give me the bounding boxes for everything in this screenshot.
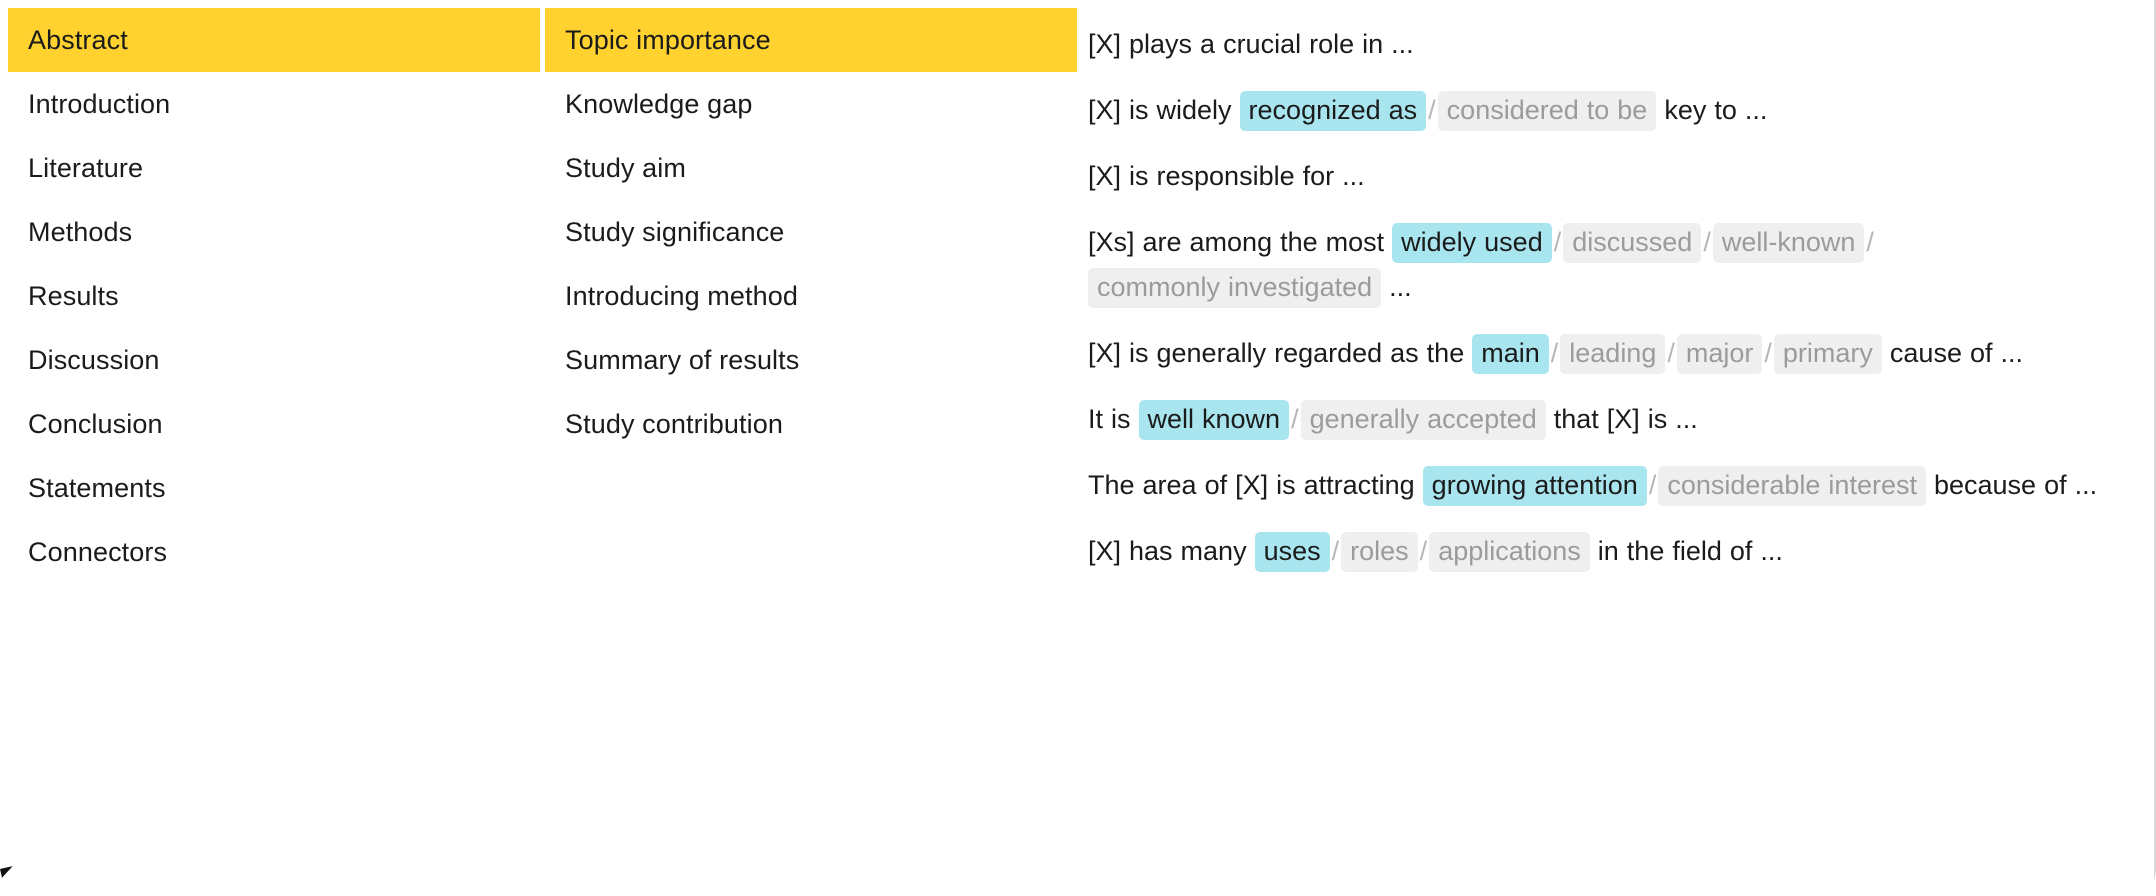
- option-separator: /: [1703, 227, 1711, 257]
- phrase-text: cause of ...: [1881, 338, 2023, 368]
- option-separator: /: [1648, 470, 1657, 500]
- phrase-list: [X] plays a crucial role in ... [X] is wi…: [1088, 0, 2144, 896]
- sidebar-item-label: Abstract: [28, 24, 128, 55]
- move-item-introducing-method[interactable]: Introducing method: [545, 264, 1077, 328]
- phrase-text: because of ...: [1925, 470, 2098, 500]
- move-item-knowledge-gap[interactable]: Knowledge gap: [545, 72, 1077, 136]
- phrase-option-alternative[interactable]: commonly investigated: [1088, 268, 1382, 308]
- phrase-option-primary[interactable]: uses: [1254, 532, 1330, 572]
- phrase-text: [X] is generally regarded as the: [1088, 338, 1473, 368]
- phrase-row[interactable]: [X] has many uses / roles / applications in …: [1088, 529, 2144, 574]
- phrase-option-primary[interactable]: recognized as: [1239, 91, 1427, 131]
- sidebar-item-statements[interactable]: Statements: [8, 456, 540, 520]
- section-list: Abstract Introduction Literature Methods Res…: [8, 8, 540, 584]
- phrase-row[interactable]: [X] is responsible for ...: [1088, 154, 2144, 199]
- phrase-text: ...: [1381, 272, 1412, 302]
- phrase-text: [X] plays a crucial role in ...: [1088, 29, 1414, 59]
- phrase-row[interactable]: [X] is widely recognized as / considered t…: [1088, 88, 2144, 133]
- phrase-option-primary[interactable]: widely used: [1392, 223, 1552, 263]
- phrase-text: The area of [X] is attracting: [1088, 470, 1423, 500]
- phrase-option-alternative[interactable]: leading: [1560, 334, 1666, 374]
- sidebar-item-introduction[interactable]: Introduction: [8, 72, 540, 136]
- sidebar-item-connectors[interactable]: Connectors: [8, 520, 540, 584]
- sidebar-item-conclusion[interactable]: Conclusion: [8, 392, 540, 456]
- card-border: [2149, 0, 2156, 896]
- move-item-summary-of-results[interactable]: Summary of results: [545, 328, 1077, 392]
- move-item-label: Study aim: [565, 152, 686, 183]
- phrase-text: It is: [1088, 404, 1139, 434]
- phrase-row[interactable]: [Xs] are among the most widely used / disc…: [1088, 220, 2144, 310]
- option-separator: /: [1764, 338, 1772, 368]
- option-separator: /: [1428, 95, 1436, 125]
- move-item-study-significance[interactable]: Study significance: [545, 200, 1077, 264]
- sidebar-item-label: Statements: [28, 472, 166, 503]
- sidebar-item-label: Conclusion: [28, 408, 163, 439]
- option-separator: /: [1550, 338, 1559, 368]
- phrase-option-alternative[interactable]: considered to be: [1437, 91, 1657, 131]
- sidebar-item-results[interactable]: Results: [8, 264, 540, 328]
- sidebar-item-discussion[interactable]: Discussion: [8, 328, 540, 392]
- phrase-text: [X] has many: [1088, 536, 1255, 566]
- phrase-option-alternative[interactable]: considerable interest: [1658, 466, 1926, 506]
- move-item-topic-importance[interactable]: Topic importance: [545, 8, 1077, 72]
- phrase-row[interactable]: [X] plays a crucial role in ...: [1088, 22, 2144, 67]
- phrase-option-alternative[interactable]: generally accepted: [1300, 400, 1546, 440]
- move-item-study-contribution[interactable]: Study contribution: [545, 392, 1077, 456]
- option-separator: /: [1419, 536, 1428, 566]
- option-separator: /: [1553, 227, 1562, 257]
- phrase-option-alternative[interactable]: well-known: [1712, 223, 1865, 263]
- phrase-row[interactable]: [X] is generally regarded as the main / le…: [1088, 331, 2144, 376]
- sidebar-item-literature[interactable]: Literature: [8, 136, 540, 200]
- sidebar-item-label: Discussion: [28, 344, 160, 375]
- phrase-text: [Xs] are among the most: [1088, 227, 1393, 257]
- phrase-option-alternative[interactable]: major: [1676, 334, 1763, 374]
- option-separator: /: [1331, 536, 1340, 566]
- option-separator: /: [1291, 404, 1299, 434]
- phrase-text: that [X] is ...: [1545, 404, 1698, 434]
- phrase-option-primary[interactable]: growing attention: [1422, 466, 1647, 506]
- phrase-option-primary[interactable]: main: [1472, 334, 1549, 374]
- option-separator: /: [1667, 338, 1675, 368]
- move-item-study-aim[interactable]: Study aim: [545, 136, 1077, 200]
- phrase-option-alternative[interactable]: discussed: [1563, 223, 1702, 263]
- sidebar-item-methods[interactable]: Methods: [8, 200, 540, 264]
- sidebar-item-label: Connectors: [28, 536, 168, 567]
- move-item-label: Study contribution: [565, 408, 783, 439]
- phrase-text: [X] is widely: [1088, 95, 1240, 125]
- phrase-text: [X] is responsible for ...: [1088, 161, 1365, 191]
- navigation-panel: Abstract Introduction Literature Methods Res…: [0, 0, 1080, 896]
- sidebar-item-label: Literature: [28, 152, 144, 183]
- move-item-label: Knowledge gap: [565, 88, 753, 119]
- sidebar-item-abstract[interactable]: Abstract: [8, 8, 540, 72]
- sidebar-item-label: Results: [28, 280, 119, 311]
- phrase-option-alternative[interactable]: roles: [1341, 532, 1418, 572]
- phrase-text: key to ...: [1656, 95, 1768, 125]
- phrasebank-app: Abstract Introduction Literature Methods Res…: [0, 0, 2156, 896]
- move-list: Topic importance Knowledge gap Study aim St…: [545, 8, 1077, 456]
- phrase-text: in the field of ...: [1589, 536, 1783, 566]
- phrase-option-alternative[interactable]: primary: [1773, 334, 1882, 374]
- phrase-option-primary[interactable]: well known: [1138, 400, 1290, 440]
- move-item-label: Topic importance: [565, 24, 771, 55]
- move-item-label: Introducing method: [565, 280, 798, 311]
- option-separator: /: [1866, 227, 1874, 257]
- phrase-row[interactable]: It is well known / generally accepted that…: [1088, 397, 2144, 442]
- move-item-label: Study significance: [565, 216, 785, 247]
- phrase-row[interactable]: The area of [X] is attracting growing at…: [1088, 463, 2144, 508]
- move-item-label: Summary of results: [565, 344, 800, 375]
- phrase-option-alternative[interactable]: applications: [1429, 532, 1590, 572]
- sidebar-item-label: Methods: [28, 216, 133, 247]
- sidebar-item-label: Introduction: [28, 88, 171, 119]
